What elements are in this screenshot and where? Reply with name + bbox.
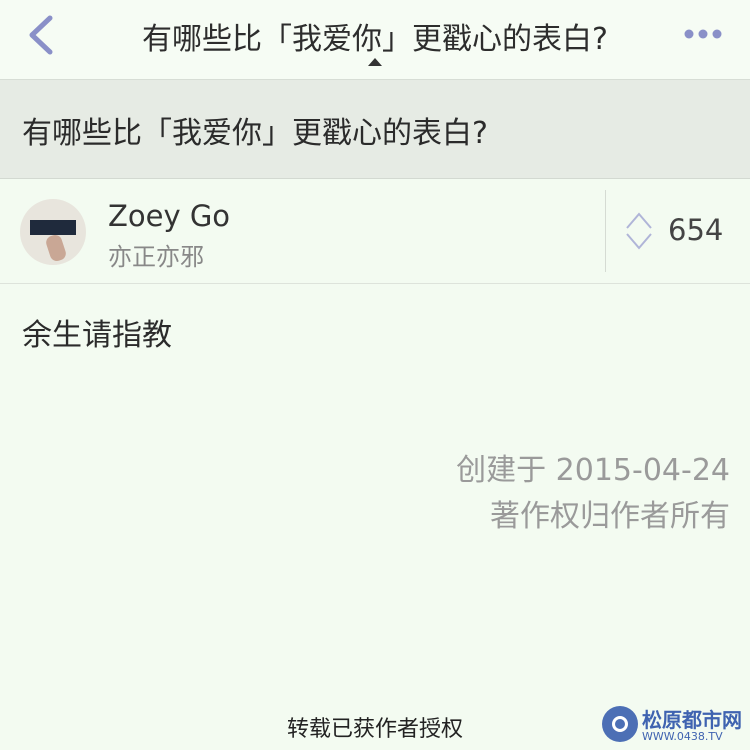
back-button[interactable]: [20, 10, 64, 60]
top-navbar: 有哪些比「我爱你」更戳心的表白?: [0, 0, 750, 80]
answer-content: 余生请指教: [22, 318, 172, 353]
question-title: 有哪些比「我爱你」更戳心的表白?: [22, 116, 488, 151]
watermark-url: WWW.0438.TV: [642, 730, 723, 743]
vote-count: 654: [668, 213, 724, 247]
avatar-hand: [44, 233, 68, 263]
author-row: Zoey Go 亦正亦邪 654: [0, 179, 750, 284]
nav-title[interactable]: 有哪些比「我爱你」更戳心的表白?: [90, 14, 660, 58]
watermark-icon: [602, 706, 638, 742]
watermark-logo: 松原都市网 WWW.0438.TV: [600, 704, 746, 746]
more-dots-icon: [684, 29, 722, 39]
author-bio: 亦正亦邪: [108, 243, 204, 271]
divider: [605, 190, 606, 272]
more-button[interactable]: [680, 22, 728, 46]
author-name[interactable]: Zoey Go: [108, 199, 230, 233]
created-date: 创建于 2015-04-24: [456, 453, 730, 488]
vote-button[interactable]: 654: [620, 205, 745, 257]
copyright-note: 著作权归作者所有: [490, 499, 730, 534]
vote-arrows-icon: [626, 212, 652, 250]
avatar-sticker: [30, 220, 76, 235]
avatar[interactable]: [20, 199, 86, 265]
answer-meta: 创建于 2015-04-24 著作权归作者所有: [456, 448, 730, 540]
watermark-name: 松原都市网: [642, 708, 742, 732]
caret-up-icon: [368, 58, 382, 66]
question-header[interactable]: 有哪些比「我爱你」更戳心的表白?: [0, 80, 750, 179]
chevron-left-icon: [29, 15, 53, 55]
